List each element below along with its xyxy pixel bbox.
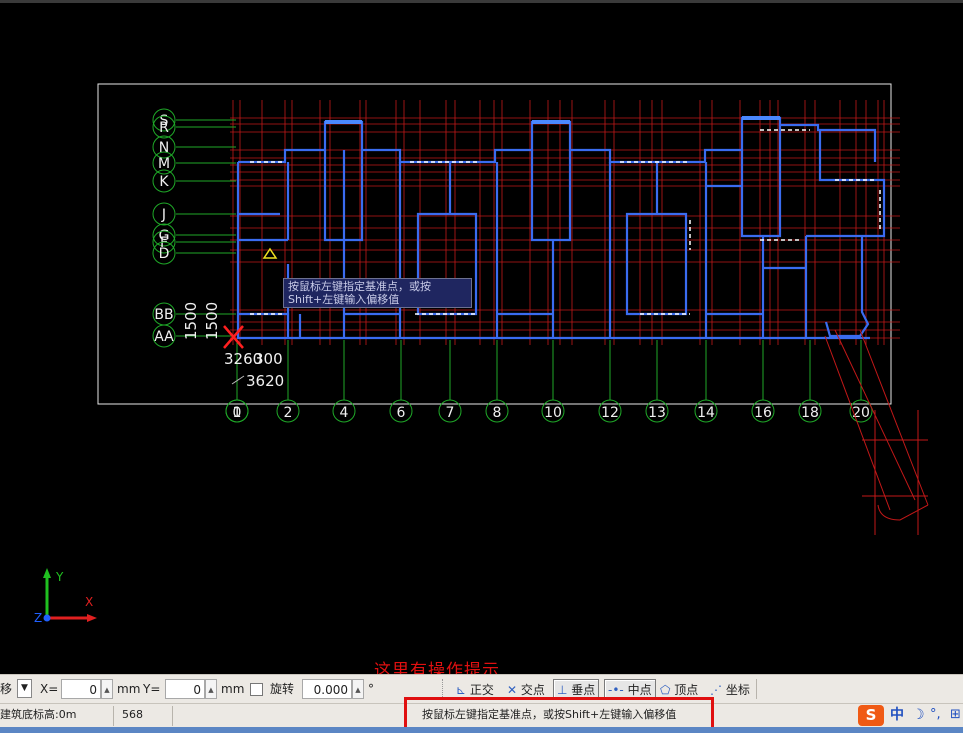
degree-label: ° [368,682,374,696]
ortho-icon: ⊾ [456,683,467,697]
y-spinner[interactable]: ▲▼ [205,679,217,714]
snap-coordinate-button[interactable]: ⋰ 坐标 [706,679,754,699]
row-axis-bubble: BB [152,302,176,326]
dimension-text: 300 [254,350,283,368]
intersection-icon: ✕ [507,683,518,697]
snap-label: 顶点 [674,683,699,697]
x-spinner[interactable]: ▲▼ [101,679,113,714]
row-axis-label: R [159,120,169,136]
x-unit: mm [117,682,141,696]
ucs-y-label: Y [55,570,64,584]
snap-perpendicular-button[interactable]: ⊥ 垂点 [553,679,600,699]
snap-label: 中点 [627,683,652,697]
row-axis-label: K [159,174,169,190]
mode-dropdown[interactable]: ▼ [17,679,32,698]
column-axis-label: 8 [493,405,502,421]
column-axis-label: 10 [544,405,562,421]
row-axis-label: N [159,140,169,156]
x-input[interactable]: 0 [61,679,101,699]
rotate-input[interactable]: 0.000 [302,679,352,699]
dimension-text: 1500 [182,302,200,340]
row-axis-label: AA [154,329,174,345]
vertex-icon: ⬠ [660,683,671,697]
column-axis-label: 4 [340,405,349,421]
rotate-spinner[interactable]: ▲▼ [352,679,364,714]
row-axis-bubble: AA [152,324,176,348]
base-elevation: 建筑底标高:0m [0,708,77,721]
command-tooltip: 按鼠标左键指定基准点，或按 Shift+左键输入偏移值 [283,278,472,308]
dimension-text: 3620 [246,372,284,390]
ucs-x-label: X [85,595,93,609]
column-axis-label: 12 [601,405,619,421]
toolbar-divider [756,679,761,699]
prompt-highlight-box [404,697,714,731]
snap-midpoint-button[interactable]: -•- 中点 [604,679,656,699]
status-divider [113,706,114,726]
y-unit: mm [221,682,245,696]
snap-label: 坐标 [725,683,750,697]
ime-keyboard-icon[interactable]: ⊞ [950,704,961,728]
column-axis-label: 14 [697,405,715,421]
ime-language[interactable]: 中 [890,704,904,728]
column-axis-label: 2 [284,405,293,421]
snap-label: 垂点 [571,683,596,697]
column-axis-label: 16 [754,405,772,421]
status-divider [172,706,173,726]
column-axis-label: 6 [397,405,406,421]
y-input[interactable]: 0 [165,679,205,699]
snap-vertex-button[interactable]: ⬠ 顶点 [656,679,702,699]
toolbar-divider [442,679,447,699]
column-axis-label: 18 [801,405,819,421]
perpendicular-icon: ⊥ [557,683,568,697]
row-axis-label: D [159,246,170,262]
column-axis-label: 20 [852,405,870,421]
dimension-text: 1500 [203,302,221,340]
column-axis-label: 13 [648,405,666,421]
ime-punctuation-icon[interactable]: °, [930,704,941,728]
ime-logo-icon[interactable]: S [858,705,884,726]
column-axis-label: 1 [233,405,242,421]
column-axis-label: 7 [446,405,455,421]
tooltip-line: Shift+左键输入偏移值 [288,293,400,306]
ucs-z-label: Z [34,611,42,625]
y-label: Y= [143,682,161,696]
windows-taskbar [0,727,963,733]
x-label: X= [40,682,59,696]
rotate-checkbox[interactable] [250,683,263,696]
snap-intersection-button[interactable]: ✕ 交点 [503,679,549,699]
snap-label: 正交 [469,683,494,697]
object-count: 568 [122,708,143,721]
snap-ortho-button[interactable]: ⊾ 正交 [452,679,498,699]
rotate-label: 旋转 [270,682,295,696]
midpoint-icon: -•- [608,683,624,697]
coordinate-icon: ⋰ [710,683,722,697]
mode-label: 移 [0,682,13,696]
ime-moon-icon[interactable]: ☽ [912,704,925,728]
cad-drawing-canvas[interactable]: S R N M K J G F D BB AA 0 1 2 4 6 7 8 10 12 13 14 16 18 20 1500 … [0,0,963,672]
snap-label: 交点 [520,683,545,697]
row-axis-label: BB [154,307,173,323]
floor-plan-drawing: SRNMKJGFDBBAA01 2 4 6 7 8 10 12 13 14 16 18 20 1500 … [0,0,963,672]
tooltip-line: 按鼠标左键指定基准点，或按 [288,280,431,293]
row-axis-label: J [161,207,166,223]
